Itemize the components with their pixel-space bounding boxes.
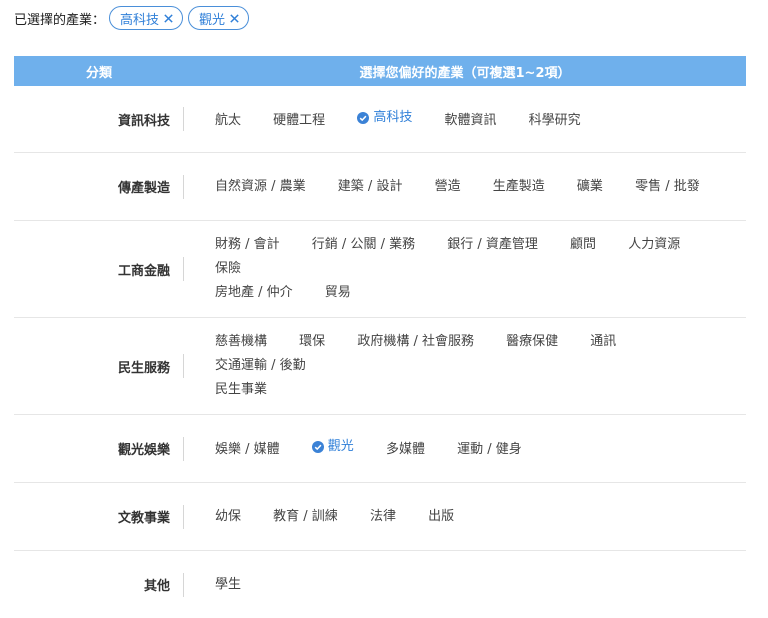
option-item[interactable]: 貿易 xyxy=(325,281,351,305)
check-circle-icon xyxy=(312,441,324,453)
option-item[interactable]: 房地產 / 仲介 xyxy=(215,281,293,305)
option-item[interactable]: 幼保 xyxy=(215,505,241,529)
option-list: 幼保 教育 / 訓練 法律 出版 xyxy=(184,483,746,551)
option-item[interactable]: 民生事業 xyxy=(215,378,267,402)
option-item[interactable]: 運動 / 健身 xyxy=(457,438,522,462)
option-item[interactable]: 通訊 xyxy=(590,330,616,354)
option-item[interactable]: 多媒體 xyxy=(386,438,425,462)
selected-industries-bar: 已選擇的產業： 高科技 觀光 xyxy=(14,6,254,30)
option-item[interactable]: 科學研究 xyxy=(529,109,581,133)
option-item[interactable]: 慈善機構 xyxy=(215,330,267,354)
chip-label: 高科技 xyxy=(120,9,159,28)
option-item[interactable]: 出版 xyxy=(428,505,454,529)
header-options: 選擇您偏好的產業（可複選1~2項） xyxy=(184,56,746,86)
category-label: 文教事業 xyxy=(14,483,184,551)
option-list: 財務 / 會計 行銷 / 公關 / 業務 銀行 / 資產管理 顧問 人力資源 保… xyxy=(184,221,746,318)
option-item[interactable]: 法律 xyxy=(370,505,396,529)
option-item[interactable]: 礦業 xyxy=(577,175,603,199)
option-item[interactable]: 環保 xyxy=(299,330,325,354)
category-label: 資訊科技 xyxy=(14,86,184,153)
option-item[interactable]: 硬體工程 xyxy=(273,109,325,133)
option-item[interactable]: 建築 / 設計 xyxy=(338,175,403,199)
option-item-selected[interactable]: 高科技 xyxy=(357,106,412,130)
check-circle-icon xyxy=(357,112,369,124)
option-list: 娛樂 / 媒體 觀光 多媒體 運動 / 健身 xyxy=(184,415,746,483)
selected-label: 已選擇的產業： xyxy=(14,9,105,28)
option-item[interactable]: 財務 / 會計 xyxy=(215,233,280,257)
option-label: 觀光 xyxy=(328,435,354,459)
header-category: 分類 xyxy=(14,56,184,86)
option-item[interactable]: 教育 / 訓練 xyxy=(273,505,338,529)
option-item[interactable]: 人力資源 xyxy=(628,233,680,257)
option-item[interactable]: 航太 xyxy=(215,109,241,133)
option-item[interactable]: 顧問 xyxy=(570,233,596,257)
option-list: 自然資源 / 農業 建築 / 設計 營造 生產製造 礦業 零售 / 批發 xyxy=(184,153,746,221)
category-label: 民生服務 xyxy=(14,318,184,415)
table-row: 工商金融 財務 / 會計 行銷 / 公關 / 業務 銀行 / 資產管理 顧問 人… xyxy=(14,221,746,318)
option-item[interactable]: 營造 xyxy=(435,175,461,199)
category-label: 傳產製造 xyxy=(14,153,184,221)
option-list: 航太 硬體工程 高科技 軟體資訊 科學研究 xyxy=(184,86,746,153)
industry-table: 分類 選擇您偏好的產業（可複選1~2項） 資訊科技 航太 硬體工程 高科技 軟體… xyxy=(14,56,746,618)
option-list: 慈善機構 環保 政府機構 / 社會服務 醫療保健 通訊 交通運輸 / 後勤 民生… xyxy=(184,318,746,415)
chip-label: 觀光 xyxy=(199,9,225,28)
category-label: 其他 xyxy=(14,551,184,618)
table-row: 文教事業 幼保 教育 / 訓練 法律 出版 xyxy=(14,483,746,551)
table-row: 其他 學生 xyxy=(14,551,746,618)
option-item[interactable]: 生產製造 xyxy=(493,175,545,199)
option-item[interactable]: 銀行 / 資產管理 xyxy=(447,233,538,257)
option-item[interactable]: 醫療保健 xyxy=(506,330,558,354)
option-item[interactable]: 零售 / 批發 xyxy=(635,175,700,199)
option-item[interactable]: 行銷 / 公關 / 業務 xyxy=(312,233,415,257)
option-list: 學生 xyxy=(184,551,746,618)
table-row: 觀光娛樂 娛樂 / 媒體 觀光 多媒體 運動 / 健身 xyxy=(14,415,746,483)
option-item-selected[interactable]: 觀光 xyxy=(312,435,354,459)
chip-high-tech[interactable]: 高科技 xyxy=(109,6,183,30)
category-label: 工商金融 xyxy=(14,221,184,318)
table-row: 民生服務 慈善機構 環保 政府機構 / 社會服務 醫療保健 通訊 交通運輸 / … xyxy=(14,318,746,415)
table-row: 資訊科技 航太 硬體工程 高科技 軟體資訊 科學研究 xyxy=(14,86,746,153)
option-item[interactable]: 政府機構 / 社會服務 xyxy=(357,330,474,354)
option-item[interactable]: 自然資源 / 農業 xyxy=(215,175,306,199)
category-label: 觀光娛樂 xyxy=(14,415,184,483)
table-row: 傳產製造 自然資源 / 農業 建築 / 設計 營造 生產製造 礦業 零售 / 批… xyxy=(14,153,746,221)
option-item[interactable]: 軟體資訊 xyxy=(444,109,496,133)
option-item[interactable]: 保險 xyxy=(215,257,241,281)
chip-tourism[interactable]: 觀光 xyxy=(188,6,249,30)
option-item[interactable]: 交通運輸 / 後勤 xyxy=(215,354,306,378)
close-icon[interactable] xyxy=(163,13,174,24)
option-item[interactable]: 娛樂 / 媒體 xyxy=(215,438,280,462)
option-label: 高科技 xyxy=(373,106,412,130)
close-icon[interactable] xyxy=(229,13,240,24)
option-item[interactable]: 學生 xyxy=(215,573,241,597)
table-header: 分類 選擇您偏好的產業（可複選1~2項） xyxy=(14,56,746,86)
